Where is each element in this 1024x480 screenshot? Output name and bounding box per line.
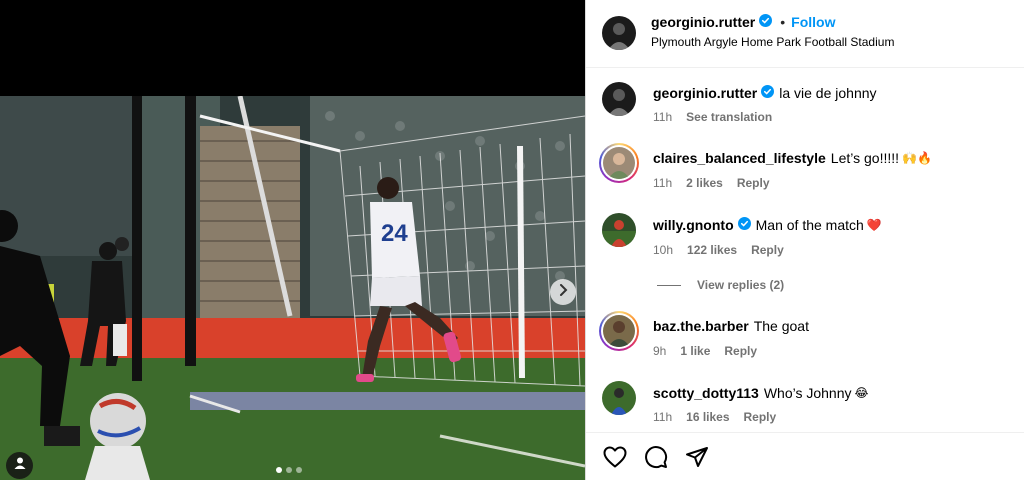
replies-divider xyxy=(657,284,681,286)
reply-button[interactable]: Reply xyxy=(737,176,770,190)
comment-button[interactable] xyxy=(643,445,669,474)
carousel-dot xyxy=(296,467,302,473)
comment-likes[interactable]: 2 likes xyxy=(686,176,723,190)
comment-meta: 9h 1 like Reply xyxy=(653,344,757,358)
comment-icon xyxy=(644,445,668,474)
comment-text: Let’s go!!!!! xyxy=(830,150,900,166)
view-replies-button[interactable]: View replies (2) xyxy=(657,278,784,292)
comment-meta: 11h 16 likes Reply xyxy=(653,410,776,424)
like-button[interactable] xyxy=(602,446,628,472)
post-header: georginio.rutter • Follow Plymouth Argyl… xyxy=(586,0,1024,68)
comment-username[interactable]: scotty_dotty113 xyxy=(653,385,759,401)
reply-button[interactable]: Reply xyxy=(744,410,777,424)
carousel-dot xyxy=(276,467,282,473)
comment-likes[interactable]: 16 likes xyxy=(686,410,729,424)
comment-likes[interactable]: 122 likes xyxy=(687,243,737,257)
comment-time[interactable]: 9h xyxy=(653,344,666,358)
comment-time[interactable]: 10h xyxy=(653,243,673,257)
verified-badge-icon xyxy=(737,217,751,233)
comment-time[interactable]: 11h xyxy=(653,410,672,424)
post-location[interactable]: Plymouth Argyle Home Park Football Stadi… xyxy=(651,35,894,49)
comment-username[interactable]: willy.gnonto xyxy=(653,217,734,233)
tag-person-icon xyxy=(13,456,27,475)
next-arrow-icon xyxy=(558,283,568,301)
separator-dot: • xyxy=(780,14,786,30)
header-user-line: georginio.rutter • Follow xyxy=(651,14,835,30)
post-media: 24 xyxy=(0,0,585,480)
comment-line: scotty_dotty113 Who’s Johnny 😂 xyxy=(653,385,869,401)
avatar[interactable] xyxy=(599,143,639,183)
heart-icon xyxy=(603,446,627,473)
comment-meta: 11h See translation xyxy=(653,110,772,124)
comment-text: Who’s Johnny xyxy=(763,385,852,401)
comment-emoji: 😂 xyxy=(854,386,869,400)
view-replies-label: View replies (2) xyxy=(697,278,785,292)
post-photo[interactable]: 24 xyxy=(0,96,585,480)
see-translation-button[interactable]: See translation xyxy=(686,110,772,124)
carousel-dots xyxy=(276,467,302,473)
shirt-number: 24 xyxy=(381,220,408,247)
action-bar xyxy=(586,432,1024,480)
avatar[interactable] xyxy=(602,381,636,415)
follow-button[interactable]: Follow xyxy=(791,14,835,30)
share-button[interactable] xyxy=(684,446,710,472)
comment-meta: 10h 122 likes Reply xyxy=(653,243,784,257)
comment-time[interactable]: 11h xyxy=(653,176,672,190)
avatar[interactable] xyxy=(602,82,636,116)
avatar[interactable] xyxy=(602,16,636,50)
tagged-users-button[interactable] xyxy=(6,452,33,479)
comment-line: claires_balanced_lifestyle Let’s go!!!!!… xyxy=(653,150,932,166)
next-photo-button[interactable] xyxy=(550,279,576,305)
verified-badge-icon xyxy=(761,85,775,101)
comment-meta: 11h 2 likes Reply xyxy=(653,176,770,190)
avatar[interactable] xyxy=(602,213,636,247)
comment-username[interactable]: georginio.rutter xyxy=(653,85,757,101)
reply-button[interactable]: Reply xyxy=(751,243,784,257)
comment-line: baz.the.barber The goat xyxy=(653,318,809,334)
comment-username[interactable]: claires_balanced_lifestyle xyxy=(653,150,826,166)
comment-line: willy.gnonto Man of the match ❤️ xyxy=(653,217,882,233)
comment-text: The goat xyxy=(753,318,809,334)
comment-time[interactable]: 11h xyxy=(653,110,672,124)
share-icon xyxy=(685,445,709,474)
comment-emoji: 🙌🔥 xyxy=(902,151,932,165)
author-username[interactable]: georginio.rutter xyxy=(651,14,755,30)
comment-username[interactable]: baz.the.barber xyxy=(653,318,749,334)
post-panel: georginio.rutter • Follow Plymouth Argyl… xyxy=(585,0,1024,480)
comment-likes[interactable]: 1 like xyxy=(680,344,710,358)
comment-text: la vie de johnny xyxy=(779,85,877,101)
comment-emoji: ❤️ xyxy=(866,218,882,232)
reply-button[interactable]: Reply xyxy=(724,344,757,358)
carousel-dot xyxy=(286,467,292,473)
verified-badge-icon xyxy=(759,14,773,30)
avatar[interactable] xyxy=(599,311,639,351)
comment-text: Man of the match xyxy=(755,217,864,233)
comment-line: georginio.rutter la vie de johnny xyxy=(653,85,877,101)
